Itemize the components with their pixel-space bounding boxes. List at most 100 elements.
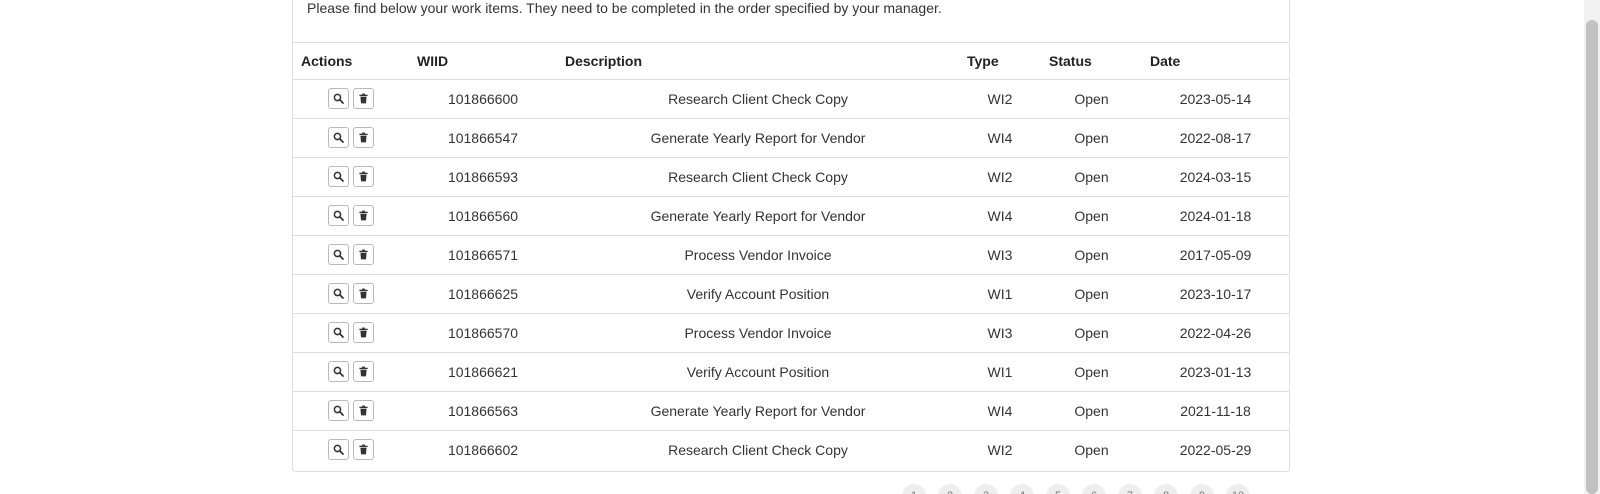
table-row: 101866571 Process Vendor Invoice WI3 Open 20… <box>293 235 1289 275</box>
view-button[interactable] <box>328 244 349 265</box>
page-button[interactable]: 8 <box>1154 484 1178 494</box>
table-row: 101866621 Verify Account Position WI1 Open 2… <box>293 352 1289 392</box>
cell-status: Open <box>1041 391 1142 431</box>
cell-type: WI4 <box>959 196 1041 236</box>
delete-button[interactable] <box>353 127 374 148</box>
cell-description: Generate Yearly Report for Vendor <box>557 118 959 158</box>
row-actions <box>293 313 409 353</box>
cell-type: WI2 <box>987 441 1013 458</box>
cell-description: Verify Account Position <box>557 352 959 392</box>
table-row: 101866600 Research Client Check Copy WI2 Op… <box>293 79 1289 119</box>
row-actions <box>293 157 409 197</box>
cell-wiid: 101866570 <box>409 313 557 353</box>
view-button[interactable] <box>328 439 349 461</box>
vertical-scrollbar[interactable] <box>1584 0 1600 494</box>
intro-text: Please find below your work items. They … <box>307 0 942 16</box>
cell-description: Research Client Check Copy <box>668 441 848 458</box>
table-row: 101866547 Generate Yearly Report for Vend… <box>293 118 1289 158</box>
table-row: 101866602 Research Client Check Copy WI2 Op… <box>293 430 1289 469</box>
cell-status: Open <box>1041 157 1142 197</box>
column-header-wiid: WIID <box>409 43 557 80</box>
page-button[interactable]: 9 <box>1190 484 1214 494</box>
view-button[interactable] <box>328 166 349 187</box>
cell-wiid: 101866600 <box>409 79 557 119</box>
scrollbar-thumb[interactable] <box>1586 20 1598 494</box>
cell-status: Open <box>1041 118 1142 158</box>
cell-status: Open <box>1041 235 1142 275</box>
cell-type: WI4 <box>959 118 1041 158</box>
pagination: 1 2 3 4 5 6 7 8 9 10 <box>902 484 1262 494</box>
view-button[interactable] <box>328 88 349 109</box>
cell-date: 2022-05-29 <box>1179 441 1252 458</box>
cell-status: Open <box>1074 441 1109 458</box>
delete-button[interactable] <box>353 283 374 304</box>
page-button[interactable]: 6 <box>1082 484 1106 494</box>
cell-status: Open <box>1041 352 1142 392</box>
cell-type: WI2 <box>959 157 1041 197</box>
row-actions <box>293 79 409 119</box>
delete-button[interactable] <box>353 400 374 421</box>
cell-type: WI1 <box>959 274 1041 314</box>
cell-description: Process Vendor Invoice <box>557 313 959 353</box>
cell-status: Open <box>1041 274 1142 314</box>
cell-description: Process Vendor Invoice <box>557 235 959 275</box>
cell-type: WI1 <box>959 352 1041 392</box>
delete-button[interactable] <box>353 244 374 265</box>
table-row: 101866593 Research Client Check Copy WI2 Op… <box>293 157 1289 197</box>
cell-description: Generate Yearly Report for Vendor <box>557 196 959 236</box>
cell-date: 2022-04-26 <box>1142 313 1289 353</box>
view-button[interactable] <box>328 361 349 382</box>
delete-button[interactable] <box>353 205 374 226</box>
cell-status: Open <box>1041 196 1142 236</box>
cell-date: 2023-01-13 <box>1142 352 1289 392</box>
view-button[interactable] <box>328 322 349 343</box>
cell-description: Research Client Check Copy <box>557 157 959 197</box>
delete-button[interactable] <box>353 166 374 187</box>
cell-description: Generate Yearly Report for Vendor <box>557 391 959 431</box>
table-row: 101866625 Verify Account Position WI1 Open 2… <box>293 274 1289 314</box>
column-header-date: Date <box>1142 43 1289 80</box>
page-button[interactable]: 5 <box>1046 484 1070 494</box>
page-button[interactable]: 7 <box>1118 484 1142 494</box>
table-row: 101866563 Generate Yearly Report for Vend… <box>293 391 1289 431</box>
column-header-description: Description <box>557 43 959 80</box>
view-button[interactable] <box>328 400 349 421</box>
page-button[interactable]: 4 <box>1010 484 1034 494</box>
cell-type: WI4 <box>959 391 1041 431</box>
cell-description: Research Client Check Copy <box>557 79 959 119</box>
cell-description: Verify Account Position <box>557 274 959 314</box>
table-row: 101866560 Generate Yearly Report for Vend… <box>293 196 1289 236</box>
view-button[interactable] <box>328 283 349 304</box>
cell-date: 2024-03-15 <box>1142 157 1289 197</box>
cell-date: 2017-05-09 <box>1142 235 1289 275</box>
delete-button[interactable] <box>353 322 374 343</box>
row-actions <box>293 391 409 431</box>
cell-type: WI3 <box>959 235 1041 275</box>
cell-wiid: 101866602 <box>447 441 519 458</box>
row-actions <box>293 430 409 469</box>
cell-date: 2023-05-14 <box>1142 79 1289 119</box>
page-button[interactable]: 1 <box>902 484 926 494</box>
view-button[interactable] <box>328 205 349 226</box>
cell-wiid: 101866563 <box>409 391 557 431</box>
cell-type: WI2 <box>959 79 1041 119</box>
cell-wiid: 101866571 <box>409 235 557 275</box>
table-row: 101866570 Process Vendor Invoice WI3 Open 20… <box>293 313 1289 353</box>
delete-button[interactable] <box>353 361 374 382</box>
cell-wiid: 101866560 <box>409 196 557 236</box>
cell-wiid: 101866593 <box>409 157 557 197</box>
cell-wiid: 101866625 <box>409 274 557 314</box>
cell-status: Open <box>1041 79 1142 119</box>
column-header-actions: Actions <box>293 43 409 80</box>
delete-button[interactable] <box>353 439 374 461</box>
delete-button[interactable] <box>353 88 374 109</box>
column-header-status: Status <box>1041 43 1142 80</box>
row-actions <box>293 274 409 314</box>
view-button[interactable] <box>328 127 349 148</box>
row-actions <box>293 235 409 275</box>
page-button[interactable]: 2 <box>938 484 962 494</box>
viewport: Please find below your work items. They … <box>0 0 1600 494</box>
cell-type: WI3 <box>959 313 1041 353</box>
page-button[interactable]: 3 <box>974 484 998 494</box>
page-button[interactable]: 10 <box>1226 484 1250 494</box>
